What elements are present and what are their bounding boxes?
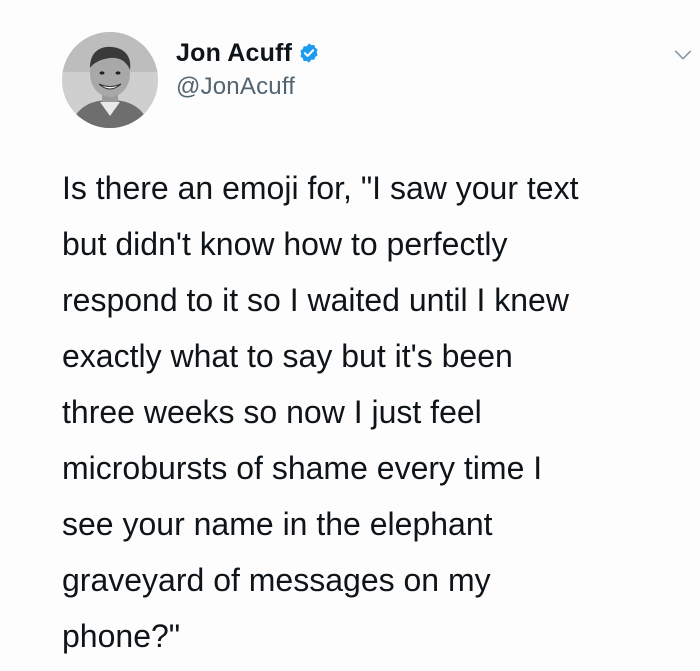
author-name-row[interactable]: Jon Acuff <box>176 36 320 70</box>
avatar[interactable] <box>62 32 158 128</box>
author-handle[interactable]: @JonAcuff <box>176 73 295 101</box>
tweet-card: Jon Acuff @JonAcuff Is there an emoji fo… <box>0 0 700 671</box>
tweet-text: Is there an emoji for, "I saw your text … <box>62 170 579 654</box>
author-display-name[interactable]: Jon Acuff <box>176 39 292 68</box>
avatar-photo <box>62 32 158 128</box>
chevron-down-icon[interactable] <box>672 44 694 66</box>
verified-badge-icon <box>300 43 318 63</box>
